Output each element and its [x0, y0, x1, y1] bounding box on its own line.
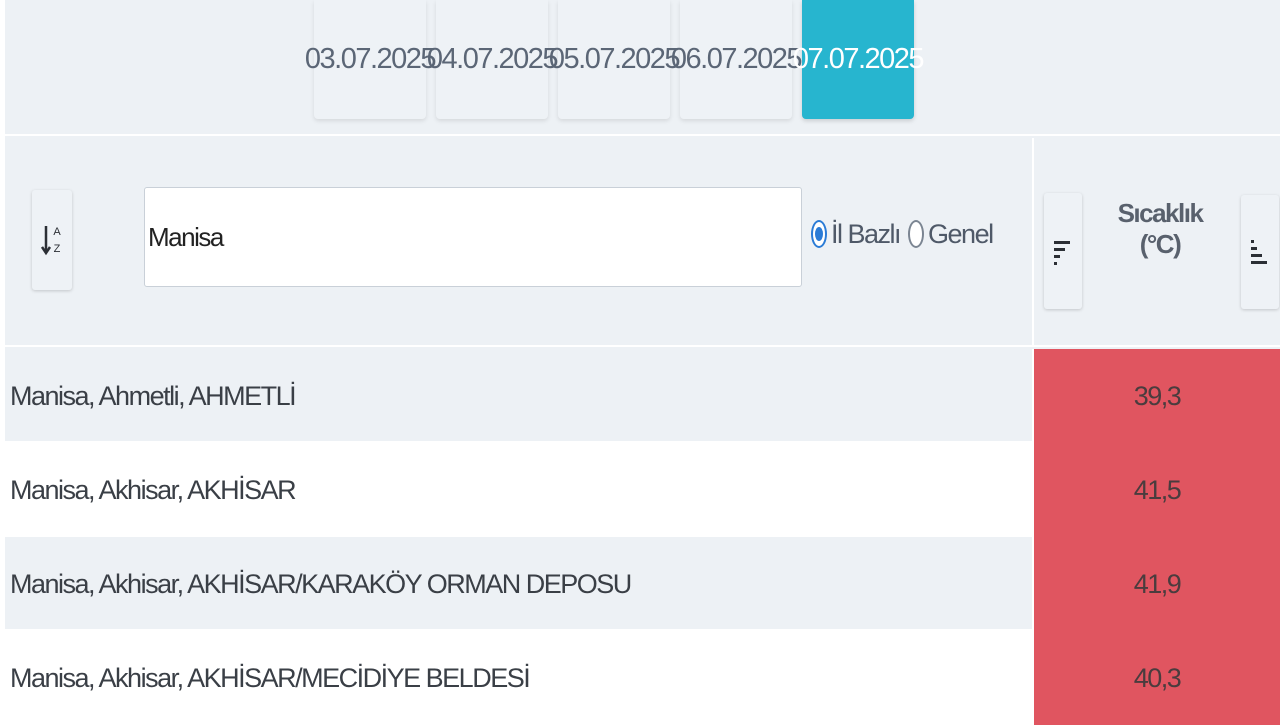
temperature-cell: 39,3 [1034, 349, 1280, 443]
date-tab-06-07-2025[interactable]: 06.07.2025 [671, 0, 803, 119]
location-search-input[interactable] [144, 187, 802, 287]
table-row[interactable]: Manisa, Akhisar, AKHİSAR/MECİDİYE BELDES… [5, 631, 1280, 725]
weather-table-frame: 03.07.2025 04.07.2025 05.07.2025 06.07.2… [5, 0, 1280, 725]
location-cell: Manisa, Akhisar, AKHİSAR/MECİDİYE BELDES… [10, 662, 531, 693]
date-tab-05-07-2025[interactable]: 05.07.2025 [549, 0, 681, 119]
svg-text:A: A [53, 226, 61, 238]
temperature-column-header: Sıcaklık (°C) [1117, 198, 1204, 259]
temperature-cell: 41,5 [1034, 443, 1280, 537]
sort-alpha-button[interactable]: A Z [32, 190, 72, 290]
column-divider [1032, 138, 1034, 347]
radio-genel-label[interactable]: Genel [928, 219, 994, 250]
temperature-cell: 40,3 [1034, 631, 1280, 725]
sort-descending-icon [1054, 241, 1070, 265]
location-cell: Manisa, Akhisar, AKHİSAR [10, 474, 297, 505]
table-row[interactable]: Manisa, Akhisar, AKHİSAR/KARAKÖY ORMAN D… [5, 537, 1280, 631]
location-cell: Manisa, Akhisar, AKHİSAR/KARAKÖY ORMAN D… [10, 568, 632, 599]
scope-radio-group: İl Bazlı Genel [811, 214, 1001, 254]
svg-text:Z: Z [54, 243, 61, 255]
sort-ascending-button[interactable] [1241, 195, 1279, 309]
sort-descending-button[interactable] [1044, 193, 1082, 309]
temperature-cell: 41,9 [1034, 537, 1280, 631]
sort-ascending-icon [1251, 240, 1267, 264]
date-tab-07-07-2025[interactable]: 07.07.2025 [793, 0, 925, 119]
location-cell: Manisa, Ahmetli, AHMETLİ [10, 380, 297, 411]
radio-genel[interactable] [908, 220, 925, 248]
table-row[interactable]: Manisa, Akhisar, AKHİSAR 41,5 [5, 443, 1280, 537]
sort-alpha-icon: A Z [41, 226, 61, 256]
table-row[interactable]: Manisa, Ahmetli, AHMETLİ 39,3 [5, 349, 1280, 443]
date-tab-bar: 03.07.2025 04.07.2025 05.07.2025 06.07.2… [5, 0, 1280, 136]
date-tab-04-07-2025[interactable]: 04.07.2025 [427, 0, 559, 119]
date-tab-03-07-2025[interactable]: 03.07.2025 [305, 0, 437, 119]
table-header-row: A Z İl Bazlı Genel Sıcaklık (°C) [5, 138, 1280, 347]
radio-il-bazli-label[interactable]: İl Bazlı [831, 219, 902, 250]
temperature-table-body: Manisa, Ahmetli, AHMETLİ 39,3 Manisa, Ak… [5, 349, 1280, 725]
radio-il-bazli[interactable] [811, 220, 827, 248]
